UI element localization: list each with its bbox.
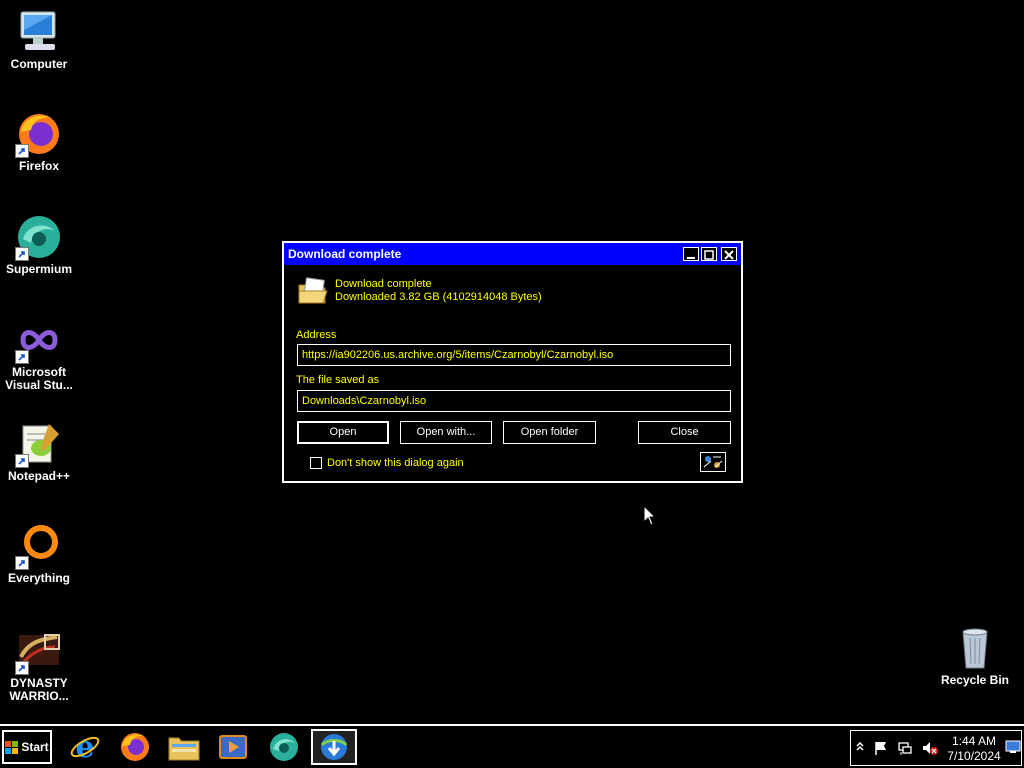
- network-button[interactable]: [897, 740, 913, 761]
- desktop-icon-computer[interactable]: Computer: [0, 8, 78, 71]
- start-button[interactable]: Start: [2, 730, 52, 764]
- shortcut-arrow-icon: [15, 454, 29, 468]
- firefox-icon: [15, 110, 63, 158]
- download-size-text: Downloaded 3.82 GB (4102914048 Bytes): [335, 291, 542, 303]
- file-explorer-icon: [168, 737, 200, 761]
- desktop-icon-everything[interactable]: Everything: [0, 522, 78, 585]
- desktop-icon-notepadpp[interactable]: Notepad++: [0, 420, 78, 483]
- mouse-cursor-icon: [643, 504, 657, 532]
- clock-time: 1:44 AM: [951, 734, 997, 748]
- supermium-icon: [15, 213, 63, 261]
- media-player-icon: [219, 735, 247, 759]
- desktop-icon-recycle-bin[interactable]: Recycle Bin: [936, 624, 1014, 687]
- open-with-button[interactable]: Open with...: [400, 421, 492, 444]
- taskbar: Start e 1:44 AM 7/10/2024: [0, 724, 1024, 768]
- download-complete-icon: [297, 275, 329, 312]
- saved-as-field[interactable]: [297, 390, 731, 412]
- close-button[interactable]: Close: [638, 421, 731, 444]
- download-complete-dialog: Download complete Download complete Down…: [282, 241, 743, 483]
- shortcut-arrow-icon: [15, 556, 29, 570]
- taskbar-app-media-player[interactable]: [210, 729, 256, 765]
- internet-explorer-icon: e: [70, 731, 100, 763]
- taskbar-app-supermium[interactable]: [261, 729, 307, 765]
- dont-show-again-checkbox[interactable]: [310, 457, 322, 469]
- clock-date: 7/10/2024: [947, 749, 1001, 763]
- saved-as-label: The file saved as: [296, 374, 380, 386]
- svg-text:e: e: [75, 731, 94, 763]
- desktop-icon-label: Firefox: [18, 159, 59, 173]
- show-hidden-icons-button[interactable]: [855, 740, 865, 759]
- minimize-button[interactable]: [683, 247, 699, 261]
- system-tray: 1:44 AM 7/10/2024: [850, 730, 1022, 766]
- everything-icon: [15, 522, 63, 570]
- dynasty-warriors-icon: [15, 627, 63, 675]
- shortcut-arrow-icon: [15, 661, 29, 675]
- desktop-icon-label: Everything: [7, 571, 70, 585]
- start-label: Start: [21, 740, 49, 754]
- windows-logo-icon: [5, 740, 19, 754]
- shortcut-arrow-icon: [15, 144, 29, 158]
- open-folder-button[interactable]: Open folder: [503, 421, 596, 444]
- show-desktop-icon: [1005, 740, 1021, 753]
- action-center-button[interactable]: [873, 740, 889, 761]
- notepadpp-icon: [15, 420, 63, 468]
- taskbar-clock[interactable]: 1:44 AM 7/10/2024: [947, 734, 1001, 764]
- shortcut-arrow-icon: [15, 247, 29, 261]
- taskbar-app-internet-explorer[interactable]: e: [62, 729, 108, 765]
- close-icon: [724, 250, 734, 260]
- desktop-icon-label: Supermium: [5, 262, 72, 276]
- network-icon: [898, 742, 912, 755]
- supermium-icon: [270, 733, 298, 761]
- flag-icon: [875, 742, 886, 755]
- desktop-icon-label: Recycle Bin: [940, 673, 1010, 687]
- shortcut-arrow-icon: [15, 350, 29, 364]
- close-window-button[interactable]: [721, 247, 737, 261]
- chevron-up-icon: [856, 741, 864, 751]
- desktop-icon-label: Microsoft Visual Stu...: [5, 365, 73, 392]
- dialog-title: Download complete: [288, 247, 402, 261]
- address-label: Address: [296, 329, 337, 341]
- internet-download-manager-icon: [320, 734, 348, 760]
- show-desktop-button[interactable]: [1005, 739, 1021, 760]
- desktop-icon-firefox[interactable]: Firefox: [0, 110, 78, 173]
- desktop-icon-label: Notepad++: [7, 469, 70, 483]
- taskbar-app-internet-download-manager[interactable]: [311, 729, 357, 765]
- maximize-icon: [704, 250, 714, 260]
- visual-studio-icon: [15, 316, 63, 364]
- idm-settings-button[interactable]: [700, 452, 726, 472]
- address-field[interactable]: [297, 344, 731, 366]
- minimize-icon: [687, 257, 695, 259]
- desktop-icon-dynasty-warriors[interactable]: DYNASTY WARRIO...: [0, 627, 78, 703]
- computer-icon: [15, 8, 63, 56]
- dont-show-again-label[interactable]: Don't show this dialog again: [327, 457, 464, 469]
- idm-settings-icon: [703, 456, 723, 468]
- taskbar-app-firefox[interactable]: [112, 729, 158, 765]
- recycle-bin-icon: [951, 624, 999, 672]
- desktop-icon-visual-studio[interactable]: Microsoft Visual Stu...: [0, 316, 78, 392]
- dialog-title-bar[interactable]: Download complete: [284, 243, 741, 265]
- volume-button[interactable]: [921, 740, 939, 761]
- download-status-heading: Download complete: [335, 278, 432, 290]
- desktop-icon-label: DYNASTY WARRIO...: [9, 676, 69, 703]
- firefox-icon: [121, 733, 149, 761]
- volume-muted-icon: [923, 742, 938, 755]
- desktop-icon-supermium[interactable]: Supermium: [0, 213, 78, 276]
- taskbar-app-file-explorer[interactable]: [161, 729, 207, 765]
- maximize-button[interactable]: [701, 247, 717, 261]
- desktop-icon-label: Computer: [10, 57, 68, 71]
- open-button[interactable]: Open: [297, 421, 389, 444]
